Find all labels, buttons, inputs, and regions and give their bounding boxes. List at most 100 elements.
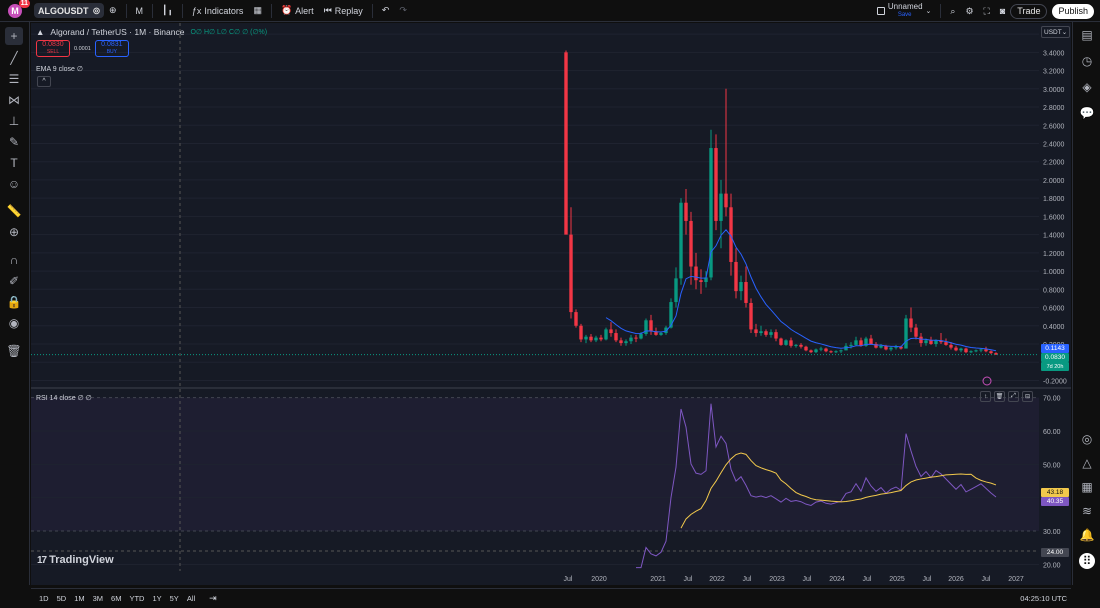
quick-search-button[interactable]: ⌕ bbox=[945, 2, 960, 20]
move-up-icon[interactable]: ↑ bbox=[980, 391, 991, 402]
publish-button[interactable]: Publish bbox=[1052, 3, 1094, 19]
alarm-clock-icon: ⏰ bbox=[280, 5, 293, 15]
maximize-pane-icon[interactable]: ⤢ bbox=[1008, 391, 1019, 402]
trade-button[interactable]: Trade bbox=[1010, 3, 1048, 19]
redo-icon: ↷ bbox=[399, 5, 407, 15]
forecast-tool-icon[interactable]: ⊥ bbox=[5, 112, 23, 130]
time-axis-label: 2020 bbox=[591, 576, 607, 583]
undo-button[interactable]: ↶ bbox=[377, 2, 395, 20]
ruler-tool-icon[interactable]: 📏 bbox=[5, 202, 23, 220]
currency-selector[interactable]: USDT ⌄ bbox=[1041, 26, 1070, 38]
zoom-tool-icon[interactable]: ⊕ bbox=[5, 223, 23, 241]
text-tool-icon[interactable]: T bbox=[5, 154, 23, 172]
calendar-icon[interactable]: ▦ bbox=[1079, 479, 1095, 495]
ideas-icon[interactable]: △ bbox=[1079, 455, 1095, 471]
bell-icon[interactable]: 🔔 bbox=[1079, 527, 1095, 543]
candle-body bbox=[784, 340, 788, 345]
undo-icon: ↶ bbox=[381, 5, 390, 15]
chart-type-button[interactable]: ┃╻ bbox=[157, 2, 178, 20]
chat-icon[interactable]: 💬 bbox=[1079, 105, 1095, 121]
buy-button[interactable]: 0.0831 BUY bbox=[94, 40, 129, 57]
collapse-legend-button[interactable]: ^ bbox=[37, 76, 51, 87]
alert-button[interactable]: ⏰ Alert bbox=[276, 2, 319, 20]
range-button-1d[interactable]: 1D bbox=[35, 594, 53, 603]
eye-icon[interactable]: ◉ bbox=[5, 314, 23, 332]
rsi-legend[interactable]: RSI 14 close ∅ ∅ bbox=[36, 394, 92, 402]
utc-clock[interactable]: 04:25:10 UTC bbox=[1020, 594, 1067, 603]
range-button-3m[interactable]: 3M bbox=[89, 594, 107, 603]
tradingview-logo[interactable]: 17 TradingView bbox=[37, 554, 114, 566]
lock-icon[interactable]: 🔒 bbox=[5, 293, 23, 311]
fib-tool-icon[interactable]: ☰ bbox=[5, 70, 23, 88]
ema-legend[interactable]: EMA 9 close ∅ bbox=[36, 65, 83, 73]
user-avatar[interactable]: M 11 bbox=[8, 0, 30, 18]
watchlist-icon[interactable]: ▤ bbox=[1079, 27, 1095, 43]
candles-icon: ┃╻ bbox=[162, 5, 173, 15]
layout-button[interactable]: Unnamed Save ⌄ bbox=[872, 2, 937, 20]
fullscreen-button[interactable]: ⛶ bbox=[979, 2, 995, 20]
range-button-all[interactable]: All bbox=[183, 594, 199, 603]
symbol-info-icon[interactable]: ◎ bbox=[93, 6, 100, 15]
chevron-down-icon: ⌄ bbox=[925, 8, 932, 15]
broadcast-icon[interactable]: ≋ bbox=[1079, 503, 1095, 519]
alerts-clock-icon[interactable]: ◷ bbox=[1079, 53, 1095, 69]
chart-pane[interactable]: 3.60003.40003.20003.00002.80002.60002.40… bbox=[31, 23, 1071, 585]
redo-button[interactable]: ↷ bbox=[394, 2, 412, 20]
candle-body bbox=[819, 348, 823, 350]
snapshot-button[interactable]: ◙ bbox=[995, 2, 1010, 20]
range-button-1m[interactable]: 1M bbox=[70, 594, 88, 603]
trend-line-tool-icon[interactable]: ╱ bbox=[5, 49, 23, 67]
rsi-axis-label: 30.00 bbox=[1043, 529, 1061, 536]
target-icon[interactable]: ◎ bbox=[1079, 431, 1095, 447]
templates-button[interactable]: ▦ bbox=[248, 2, 267, 20]
candle-body bbox=[789, 340, 793, 346]
candle-body bbox=[914, 327, 918, 337]
buy-price: 0.0831 bbox=[101, 41, 123, 48]
range-button-ytd[interactable]: YTD bbox=[125, 594, 148, 603]
top-toolbar: M 11 ALGOUSDT ◎ ⊕ M ┃╻ ƒx Indicators ▦ ⏰… bbox=[0, 0, 1100, 22]
crosshair-tool-icon[interactable]: + bbox=[5, 27, 23, 45]
tv-logo-icon: 17 bbox=[37, 554, 47, 566]
notification-badge: 11 bbox=[18, 0, 30, 8]
toolbar-right: Unnamed Save ⌄ ⌕ ⚙ ⛶ ◙ Trade Publish bbox=[872, 0, 1100, 22]
candle-body bbox=[909, 318, 913, 328]
range-button-1y[interactable]: 1Y bbox=[148, 594, 165, 603]
goto-date-icon[interactable]: ⇥ bbox=[209, 593, 217, 604]
candle-body bbox=[739, 282, 743, 292]
candle-body bbox=[719, 193, 723, 221]
countdown-tag: 7d 20h bbox=[1041, 362, 1069, 371]
price-axis-label: 2.2000 bbox=[1043, 160, 1065, 167]
legend-title: Algorand / TetherUS · 1M · Binance bbox=[50, 27, 185, 37]
widget-sidebar: ▤ ◷ ◈ 💬 ◎ △ ▦ ≋ 🔔 ⠿ bbox=[1072, 22, 1100, 585]
pattern-tool-icon[interactable]: ⋈ bbox=[5, 91, 23, 109]
price-axis-label: 1.8000 bbox=[1043, 196, 1065, 203]
time-axis-label: 2027 bbox=[1008, 576, 1024, 583]
time-axis-label: 2026 bbox=[948, 576, 964, 583]
brush-tool-icon[interactable]: ✎ bbox=[5, 133, 23, 151]
settings-button[interactable]: ⚙ bbox=[960, 2, 978, 20]
range-button-6m[interactable]: 6M bbox=[107, 594, 125, 603]
candle-body bbox=[794, 344, 798, 346]
indicators-button[interactable]: ƒx Indicators bbox=[187, 2, 249, 20]
candle-body bbox=[919, 336, 923, 344]
replay-button[interactable]: ⏮ Replay bbox=[319, 2, 368, 20]
layers-icon[interactable]: ◈ bbox=[1079, 79, 1095, 95]
lock-drawing-mode-icon[interactable]: ✐ bbox=[5, 272, 23, 290]
apps-grid-icon[interactable]: ⠿ bbox=[1079, 553, 1095, 569]
chart-canvas[interactable]: 3.60003.40003.20003.00002.80002.60002.40… bbox=[31, 23, 1071, 585]
candle-body bbox=[979, 349, 983, 351]
interval-button[interactable]: M bbox=[131, 2, 149, 20]
candle-body bbox=[869, 338, 873, 344]
range-button-5d[interactable]: 5D bbox=[53, 594, 71, 603]
magnet-tool-icon[interactable]: ∩ bbox=[5, 251, 23, 269]
range-button-5y[interactable]: 5Y bbox=[166, 594, 183, 603]
compare-button[interactable]: ⊕ bbox=[104, 2, 122, 20]
gear-icon: ⚙ bbox=[965, 5, 974, 16]
emoji-tool-icon[interactable]: ☺ bbox=[5, 175, 23, 193]
candle-body bbox=[639, 333, 643, 339]
trash-icon[interactable]: 🗑 bbox=[5, 342, 23, 360]
collapse-pane-icon[interactable]: ⊟ bbox=[1022, 391, 1033, 402]
sell-button[interactable]: 0.0830 SELL bbox=[36, 40, 70, 57]
delete-pane-icon[interactable]: 🗑 bbox=[994, 391, 1005, 402]
symbol-search[interactable]: ALGOUSDT ◎ bbox=[34, 3, 104, 18]
